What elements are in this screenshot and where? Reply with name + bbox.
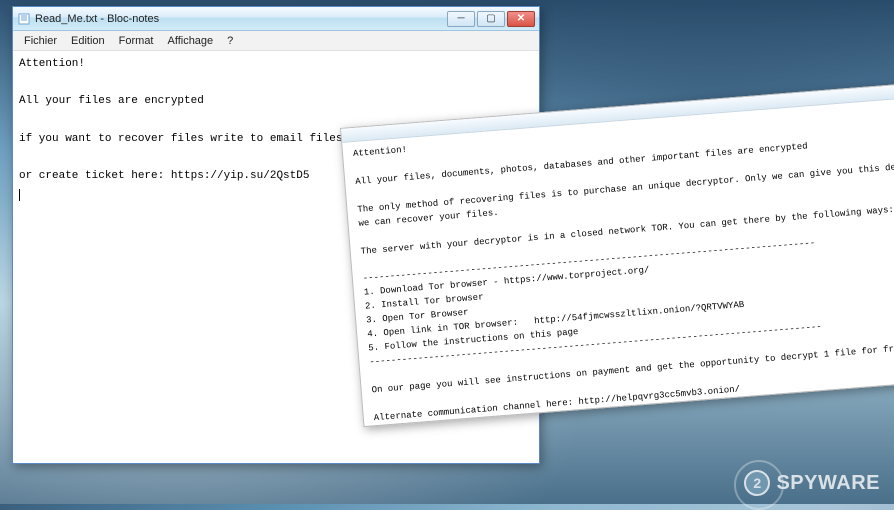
window-title: Read_Me.txt - Bloc-notes — [35, 13, 447, 25]
menubar: Fichier Edition Format Affichage ? — [13, 31, 539, 51]
menu-edition[interactable]: Edition — [64, 35, 112, 47]
watermark-two: 2 — [753, 475, 761, 491]
minimize-button[interactable]: ─ — [447, 11, 475, 27]
maximize-button[interactable]: ▢ — [477, 11, 505, 27]
text-caret — [19, 189, 20, 201]
ransom-note-2: Attention! All your files, documents, ph… — [353, 141, 894, 423]
menu-affichage[interactable]: Affichage — [161, 35, 221, 47]
watermark-icon: 2 — [744, 470, 770, 496]
window-controls: ─ ▢ ✕ — [447, 11, 535, 27]
close-button[interactable]: ✕ — [507, 11, 535, 27]
titlebar[interactable]: Read_Me.txt - Bloc-notes ─ ▢ ✕ — [13, 7, 539, 31]
menu-format[interactable]: Format — [112, 35, 161, 47]
watermark-text: SPYWARE — [776, 472, 880, 495]
notepad-window-2: ─ ▢ ✕ Attention! All your files, documen… — [340, 76, 894, 427]
text-area-2[interactable]: Attention! All your files, documents, ph… — [342, 91, 894, 426]
menu-fichier[interactable]: Fichier — [17, 35, 64, 47]
menu-help[interactable]: ? — [220, 35, 240, 47]
watermark: 2 SPYWARE — [744, 470, 880, 496]
notepad-icon — [17, 12, 31, 26]
